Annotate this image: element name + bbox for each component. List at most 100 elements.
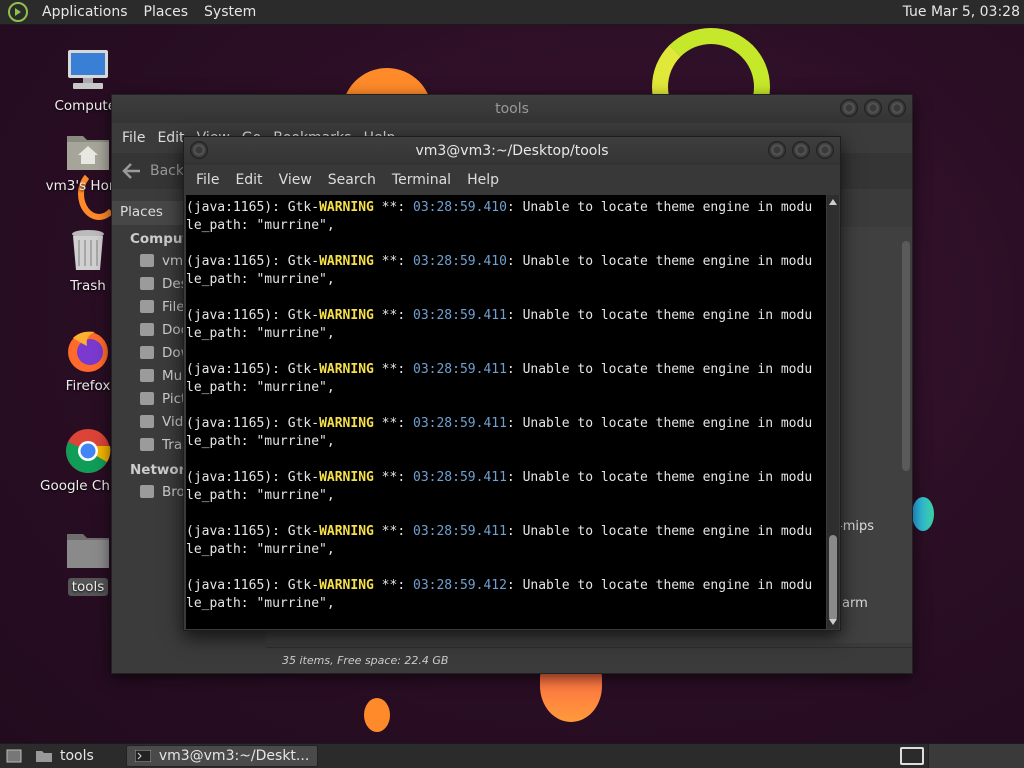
- sidebar-item-desktop[interactable]: Desktop: [112, 272, 184, 295]
- log-text: : Unable to locate theme engine in modu: [506, 200, 813, 215]
- chrome-icon: [66, 429, 111, 473]
- network-icon: [140, 485, 154, 498]
- arrow-left-icon: [122, 163, 140, 179]
- log-text: **:: [373, 578, 413, 593]
- places-dropdown[interactable]: Places: [112, 201, 184, 225]
- show-desktop-icon[interactable]: [2, 745, 26, 767]
- trash-icon: [140, 438, 154, 451]
- log-text: (java:1165): Gtk-: [186, 362, 320, 377]
- applications-menu[interactable]: Applications: [34, 4, 136, 20]
- sidebar-item-filesystem[interactable]: File System: [112, 295, 184, 318]
- sidebar-item-browse-network[interactable]: Browse Network: [112, 480, 184, 503]
- folder-icon: [36, 751, 52, 762]
- window-title: tools: [495, 101, 529, 117]
- workspace-switcher[interactable]: [928, 744, 1024, 768]
- task-terminal[interactable]: vm3@vm3:~/Deskt...: [125, 745, 319, 767]
- scroll-down-icon[interactable]: [829, 619, 837, 625]
- log-text: : Unable to locate theme engine in modu: [506, 578, 813, 593]
- sidebar-item-home[interactable]: vm3: [112, 249, 184, 272]
- file-list-scrollbar[interactable]: [900, 231, 910, 651]
- sidebar-item-trash[interactable]: Trash: [112, 433, 184, 456]
- menu-help[interactable]: Help: [459, 172, 507, 188]
- terminal-window[interactable]: vm3@vm3:~/Desktop/tools File Edit View S…: [183, 136, 841, 631]
- log-text: **:: [373, 254, 413, 269]
- menu-terminal[interactable]: Terminal: [384, 172, 459, 188]
- log-text: (java:1165): Gtk-: [186, 254, 320, 269]
- log-text: (java:1165): Gtk-: [186, 200, 320, 215]
- log-text: **:: [373, 200, 413, 215]
- log-text: : Unable to locate theme engine in modu: [506, 254, 813, 269]
- log-text: : Unable to locate theme engine in modu: [506, 362, 813, 377]
- home-icon: [140, 254, 154, 267]
- maximize-button[interactable]: [792, 141, 810, 159]
- back-label: Back: [150, 163, 184, 179]
- window-menu-button[interactable]: [190, 141, 208, 159]
- menu-file[interactable]: File: [188, 172, 227, 188]
- sidebar-item-downloads[interactable]: Downloads: [112, 341, 184, 364]
- log-text: (java:1165): Gtk-: [186, 470, 320, 485]
- terminal-menubar: File Edit View Search Terminal Help: [184, 165, 840, 195]
- folder-icon: [140, 323, 154, 336]
- log-text: (java:1165): Gtk-: [186, 308, 320, 323]
- file-manager-titlebar[interactable]: tools: [112, 95, 912, 123]
- log-level: WARNING: [319, 362, 374, 377]
- distro-logo-icon[interactable]: [8, 2, 28, 22]
- log-text: (java:1165): Gtk-: [186, 416, 320, 431]
- minimize-button[interactable]: [768, 141, 786, 159]
- log-level: WARNING: [319, 578, 374, 593]
- sidebar-item-pictures[interactable]: Pictures: [112, 387, 184, 410]
- menu-view[interactable]: View: [271, 172, 320, 188]
- wallpaper-shape: [364, 698, 390, 732]
- maximize-button[interactable]: [864, 99, 882, 117]
- menu-search[interactable]: Search: [320, 172, 384, 188]
- folder-icon: [67, 534, 109, 568]
- scrollbar-thumb[interactable]: [902, 241, 910, 471]
- log-timestamp: 03:28:59.410: [413, 254, 507, 269]
- terminal-line: le_path: "murrine",: [186, 272, 335, 287]
- close-button[interactable]: [888, 99, 906, 117]
- sidebar-item-videos[interactable]: Videos: [112, 410, 184, 433]
- log-timestamp: 03:28:59.411: [413, 524, 507, 539]
- log-timestamp: 03:28:59.410: [413, 200, 507, 215]
- sidebar-item-documents[interactable]: Documents: [112, 318, 184, 341]
- menu-file[interactable]: File: [116, 130, 151, 146]
- terminal-output[interactable]: (java:1165): Gtk-WARNING **: 03:28:59.41…: [186, 195, 826, 629]
- terminal-line: (java:1165): Gtk-WARNING **: 03:28:59.41…: [186, 523, 826, 541]
- system-menu[interactable]: System: [196, 4, 264, 20]
- file-item[interactable]: arm: [842, 596, 868, 611]
- log-text: (java:1165): Gtk-: [186, 578, 320, 593]
- workspace-icon[interactable]: [900, 747, 924, 765]
- computer-icon: [68, 50, 108, 89]
- bottom-panel: tools vm3@vm3:~/Deskt...: [0, 743, 1024, 768]
- menu-edit[interactable]: Edit: [227, 172, 270, 188]
- firefox-icon: [68, 331, 108, 372]
- places-sidebar: Places Computer vm3 Desktop File System …: [112, 201, 205, 671]
- log-text: (java:1165): Gtk-: [186, 524, 320, 539]
- back-button[interactable]: Back: [122, 162, 184, 180]
- terminal-line: (java:1165): Gtk-WARNING **: 03:28:59.41…: [186, 577, 826, 595]
- minimize-button[interactable]: [840, 99, 858, 117]
- trash-icon: [72, 230, 104, 270]
- terminal-line: le_path: "murrine",: [186, 488, 335, 503]
- terminal-scrollbar[interactable]: [827, 195, 839, 629]
- terminal-titlebar[interactable]: vm3@vm3:~/Desktop/tools: [184, 137, 840, 165]
- terminal-line: le_path: "murrine",: [186, 542, 335, 557]
- log-text: **:: [373, 308, 413, 323]
- terminal-line: (java:1165): Gtk-WARNING **: 03:28:59.41…: [186, 307, 826, 325]
- terminal-line: le_path: "murrine",: [186, 380, 335, 395]
- terminal-line: le_path: "murrine",: [186, 434, 335, 449]
- drive-icon: [140, 300, 154, 313]
- sidebar-group-computer: Computer: [130, 231, 205, 247]
- scrollbar-thumb[interactable]: [829, 535, 837, 621]
- places-menu[interactable]: Places: [136, 4, 197, 20]
- task-tools[interactable]: tools: [28, 745, 102, 767]
- log-timestamp: 03:28:59.412: [413, 578, 507, 593]
- close-button[interactable]: [816, 141, 834, 159]
- clock[interactable]: Tue Mar 5, 03:28: [903, 4, 1020, 20]
- scroll-up-icon[interactable]: [829, 199, 837, 205]
- home-folder-icon: [67, 136, 109, 170]
- file-item[interactable]: -mips: [838, 519, 874, 534]
- sidebar-item-music[interactable]: Music: [112, 364, 184, 387]
